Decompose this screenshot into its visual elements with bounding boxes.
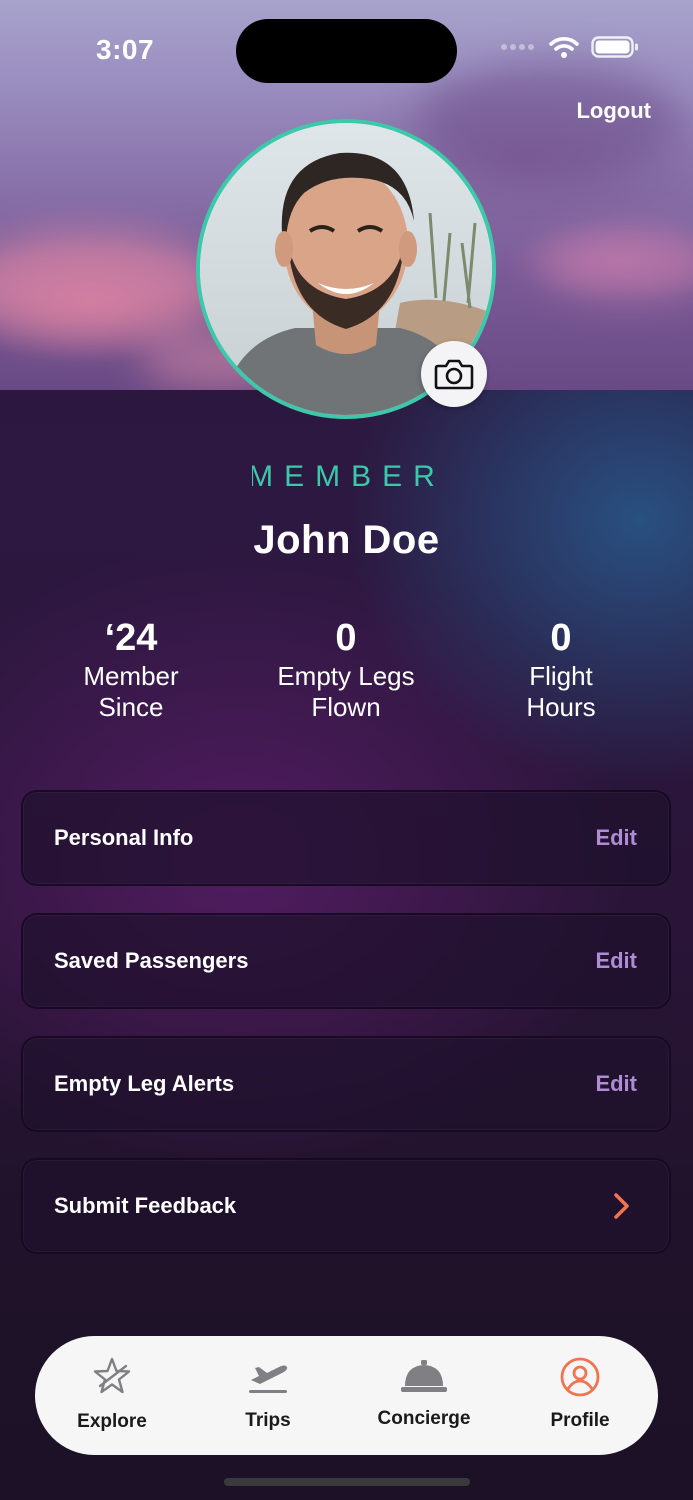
stat-label: Empty Legs Flown [246, 661, 446, 723]
edit-empty-leg-alerts-button[interactable]: Edit [595, 1071, 637, 1097]
star-plane-icon [93, 1357, 131, 1394]
tab-trips[interactable]: Trips [203, 1336, 333, 1455]
menu-item-empty-leg-alerts[interactable]: Empty Leg Alerts Edit [21, 1036, 671, 1132]
stat-label-line: Flight [529, 661, 593, 691]
tab-profile[interactable]: Profile [515, 1336, 645, 1455]
stat-label-line: Flown [311, 692, 381, 722]
logout-button[interactable]: Logout [576, 98, 651, 124]
tab-label: Explore [77, 1411, 147, 1432]
menu-item-label: Saved Passengers [54, 948, 249, 973]
tab-label: Trips [245, 1410, 291, 1431]
menu-item-saved-passengers[interactable]: Saved Passengers Edit [21, 913, 671, 1009]
status-icons [501, 36, 639, 58]
stat-value: 0 [335, 617, 357, 659]
stat-empty-legs-flown: 0 Empty Legs Flown [246, 616, 446, 723]
service-bell-icon [401, 1360, 447, 1392]
stat-flight-hours: 0 Flight Hours [461, 616, 661, 723]
airplane-departure-icon [249, 1365, 288, 1393]
status-time: 3:07 [96, 34, 155, 65]
menu-item-label: Personal Info [54, 825, 194, 850]
stat-label-line: Hours [526, 692, 596, 722]
stat-label: Member Since [31, 661, 231, 723]
chevron-right-icon [614, 1193, 629, 1219]
wifi-icon [549, 37, 579, 58]
svg-text:MEMBER: MEMBER [252, 460, 442, 492]
stat-label: Flight Hours [461, 661, 661, 723]
tab-label: Profile [550, 1410, 610, 1431]
edit-saved-passengers-button[interactable]: Edit [595, 948, 637, 974]
menu-item-label: Empty Leg Alerts [54, 1071, 235, 1096]
tab-label: Concierge [377, 1408, 471, 1429]
camera-icon [434, 359, 474, 390]
stat-value: 0 [550, 617, 572, 659]
member-badge-logo: MEMBER [248, 460, 442, 493]
tab-explore[interactable]: Explore [47, 1336, 177, 1455]
stat-value: ‘24 [104, 617, 158, 659]
menu-item-personal-info[interactable]: Personal Info Edit [21, 790, 671, 886]
status-bar: 3:07 [0, 0, 693, 100]
battery-icon [591, 36, 638, 58]
profile-name: John Doe [253, 518, 440, 562]
stat-member-since: ‘24 Member Since [31, 616, 231, 723]
tab-bar: Explore Trips Concierge Profile [35, 1336, 658, 1455]
home-indicator [224, 1478, 470, 1486]
tab-concierge[interactable]: Concierge [359, 1336, 489, 1455]
stat-label-line: Empty Legs [277, 661, 415, 691]
menu-item-submit-feedback[interactable]: Submit Feedback [21, 1158, 671, 1254]
menu-item-label: Submit Feedback [54, 1193, 237, 1218]
stat-label-line: Member [83, 661, 179, 691]
dynamic-island [236, 19, 457, 83]
edit-personal-info-button[interactable]: Edit [595, 825, 637, 851]
change-photo-button[interactable] [421, 341, 487, 407]
stat-label-line: Since [98, 692, 164, 722]
signal-icon [501, 44, 534, 50]
user-circle-icon [560, 1357, 600, 1397]
member-badge: MEMBER [0, 458, 693, 497]
